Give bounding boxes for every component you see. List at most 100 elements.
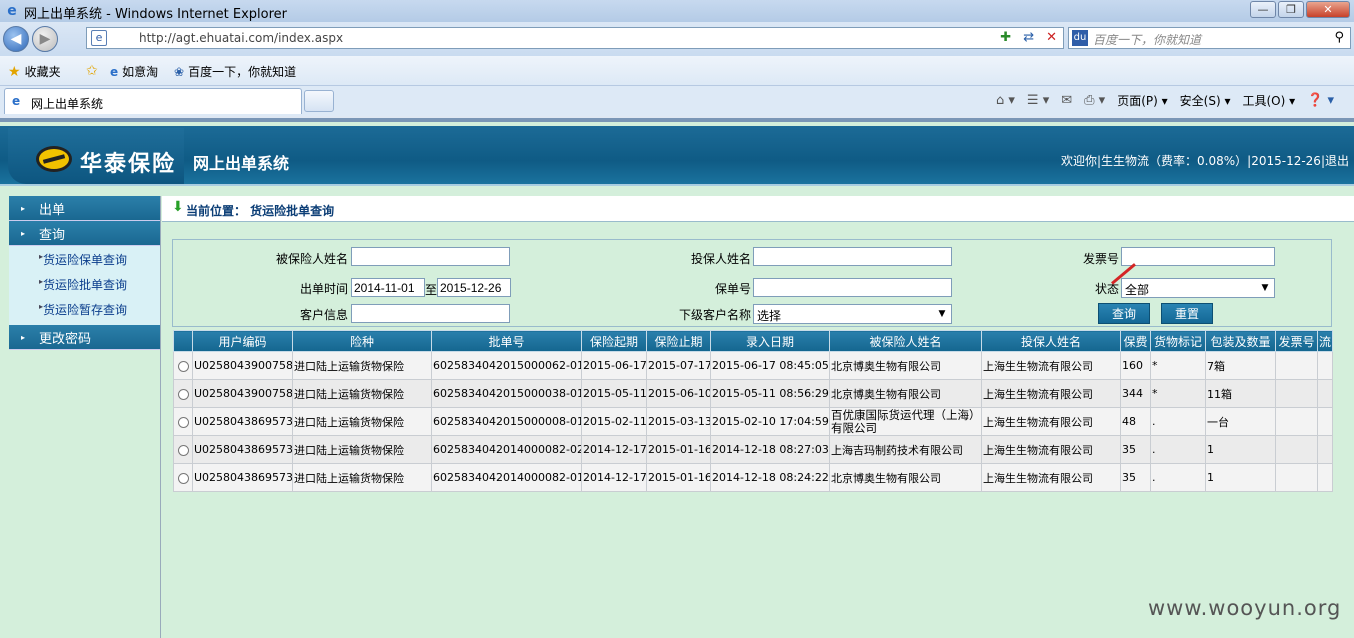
insured-name-input[interactable] [351, 247, 510, 266]
arrow-icon: ▸ [21, 204, 26, 213]
col-header: 流 [1317, 330, 1333, 352]
col-header: 用户编码 [192, 330, 293, 352]
window-controls: — ❐ ✕ [1250, 1, 1350, 18]
submenu-endorsement-query[interactable]: 货运险批单查询 [9, 273, 160, 298]
table-cell: 48 [1120, 407, 1151, 436]
table-cell: U0258043900758 [192, 351, 293, 380]
mail-icon[interactable]: ✉ [1061, 93, 1072, 108]
table-cell: 2015-03-13 [646, 407, 711, 436]
reset-button[interactable]: 重置 [1161, 303, 1213, 324]
query-button[interactable]: 查询 [1098, 303, 1150, 324]
table-cell: 2015-01-16 [646, 463, 711, 492]
table-cell: 35 [1120, 463, 1151, 492]
table-row[interactable]: U0258043900758 进口陆上运输货物保险 6025834042015000… [173, 351, 1333, 380]
stop-icon[interactable]: ✕ [1046, 30, 1057, 45]
date-to-input[interactable] [437, 278, 511, 297]
print-icon[interactable]: ⎙ ▾ [1084, 93, 1105, 108]
page-menu[interactable]: 页面(P) ▾ [1117, 92, 1167, 109]
status-select[interactable]: 全部 ▼ [1121, 278, 1275, 298]
refresh-icon[interactable]: ⇄ [1023, 30, 1034, 45]
baidu-paw-icon: ❀ [174, 64, 185, 79]
table-row[interactable]: U0258043869573 进口陆上运输货物保险 6025834042014000… [173, 435, 1333, 464]
row-radio-cell[interactable] [173, 379, 193, 408]
menu-query[interactable]: ▸ 查询 [9, 221, 160, 246]
search-box[interactable]: du 百度一下，你就知道 ⚲ [1068, 27, 1351, 49]
row-radio-cell[interactable] [173, 435, 193, 464]
new-tab-button[interactable] [304, 90, 334, 112]
favorite-link-ruyitao[interactable]: e 如意淘 [110, 63, 158, 80]
table-row[interactable]: U0258043869573 进口陆上运输货物保险 6025834042015000… [173, 407, 1333, 436]
row-radio[interactable] [177, 388, 189, 400]
favorite-link-baidu[interactable]: ❀ 百度一下，你就知道 [174, 63, 296, 80]
site-header: 华泰保险 网上出单系统 欢迎你|生生物流（费率：0.08%）|2015-12-2… [0, 126, 1354, 186]
tools-menu[interactable]: 工具(O) ▾ [1242, 92, 1295, 109]
tab-title: 网上出单系统 [31, 97, 104, 111]
minimize-button[interactable]: — [1250, 1, 1276, 18]
tab-strip: e 网上出单系统 ⌂ ▾ ☰ ▾ ✉ ⎙ ▾ 页面(P) ▾ 安全(S) ▾ 工… [0, 86, 1354, 116]
table-cell: . [1150, 407, 1206, 436]
customer-info-input[interactable] [351, 304, 510, 323]
status-label: 状态 [1094, 282, 1119, 296]
col-header: 保险止期 [646, 330, 711, 352]
watermark: www.wooyun.org [1148, 596, 1342, 620]
help-icon[interactable]: ❓ ▾ [1307, 93, 1334, 108]
row-radio[interactable] [177, 360, 189, 372]
sub-customer-select[interactable]: 选择 ▼ [753, 304, 952, 324]
table-cell: 2015-06-17 08:45:05 [710, 351, 830, 380]
home-icon[interactable]: ⌂ ▾ [996, 93, 1015, 108]
welcome-text[interactable]: 欢迎你|生生物流（费率：0.08%）|2015-12-26|退出 [1061, 152, 1349, 169]
ie-page-icon: e [110, 64, 119, 79]
safety-menu[interactable]: 安全(S) ▾ [1180, 92, 1231, 109]
table-cell: 11箱 [1205, 379, 1276, 408]
row-radio-cell[interactable] [173, 463, 193, 492]
applicant-name-input[interactable] [753, 247, 952, 266]
menu-change-password[interactable]: ▸ 更改密码 [9, 325, 160, 350]
col-header [173, 330, 193, 352]
row-radio[interactable] [177, 416, 189, 428]
invoice-label: 发票号 [1082, 252, 1119, 266]
table-cell: 上海生生物流有限公司 [981, 351, 1121, 380]
table-row[interactable]: U0258043900758 进口陆上运输货物保险 6025834042015000… [173, 379, 1333, 408]
favorites-button[interactable]: ★ 收藏夹 [8, 63, 61, 80]
close-window-button[interactable]: ✕ [1306, 1, 1350, 18]
col-header: 被保险人姓名 [829, 330, 982, 352]
feeds-icon[interactable]: ☰ ▾ [1027, 93, 1049, 108]
menu-issue[interactable]: ▸ 出单 [9, 196, 160, 221]
policy-no-input[interactable] [753, 278, 952, 297]
forward-button[interactable]: ▶ [32, 26, 58, 52]
applicant-name-label: 投保人姓名 [690, 252, 751, 266]
url-text: http://agt.ehuatai.com/index.aspx [139, 31, 344, 45]
invoice-input[interactable] [1121, 247, 1275, 266]
submenu-draft-query[interactable]: 货运险暂存查询 [9, 298, 160, 323]
table-cell: 2015-06-17 [581, 351, 647, 380]
add-favorite-button[interactable]: ✩ [86, 63, 98, 79]
tools-menu-label: 工具(O) [1242, 94, 1286, 108]
date-from-input[interactable] [351, 278, 425, 297]
table-cell: 2014-12-17 [581, 435, 647, 464]
address-bar[interactable]: e http://agt.ehuatai.com/index.aspx ✚ ⇄ … [86, 27, 1064, 49]
table-row[interactable]: U0258043869573 进口陆上运输货物保险 6025834042014000… [173, 463, 1333, 492]
row-radio-cell[interactable] [173, 351, 193, 380]
browser-tab[interactable]: e 网上出单系统 [4, 88, 302, 114]
search-icon[interactable]: ⚲ [1334, 30, 1344, 45]
favorites-label: 收藏夹 [24, 65, 61, 79]
col-header: 货物标记 [1150, 330, 1206, 352]
table-cell: 2015-05-11 [581, 379, 647, 408]
table-cell: 2014-12-18 08:27:03 [710, 435, 830, 464]
back-button[interactable]: ◀ [3, 26, 29, 52]
compat-view-icon[interactable]: ✚ [1000, 30, 1011, 45]
row-radio[interactable] [177, 472, 189, 484]
chevron-down-icon: ▼ [1261, 283, 1269, 293]
table-cell [1275, 351, 1318, 380]
col-header: 保费 [1120, 330, 1151, 352]
arrow-icon: ▸ [21, 229, 26, 238]
favorite-label: 如意淘 [122, 65, 159, 79]
maximize-button[interactable]: ❐ [1278, 1, 1304, 18]
row-radio-cell[interactable] [173, 407, 193, 436]
customer-info-label: 客户信息 [299, 308, 348, 322]
date-label: 出单时间 [299, 282, 348, 296]
table-cell: U0258043900758 [192, 379, 293, 408]
table-cell: 一台 [1205, 407, 1276, 436]
row-radio[interactable] [177, 444, 189, 456]
submenu-policy-query[interactable]: 货运险保单查询 [9, 248, 160, 273]
